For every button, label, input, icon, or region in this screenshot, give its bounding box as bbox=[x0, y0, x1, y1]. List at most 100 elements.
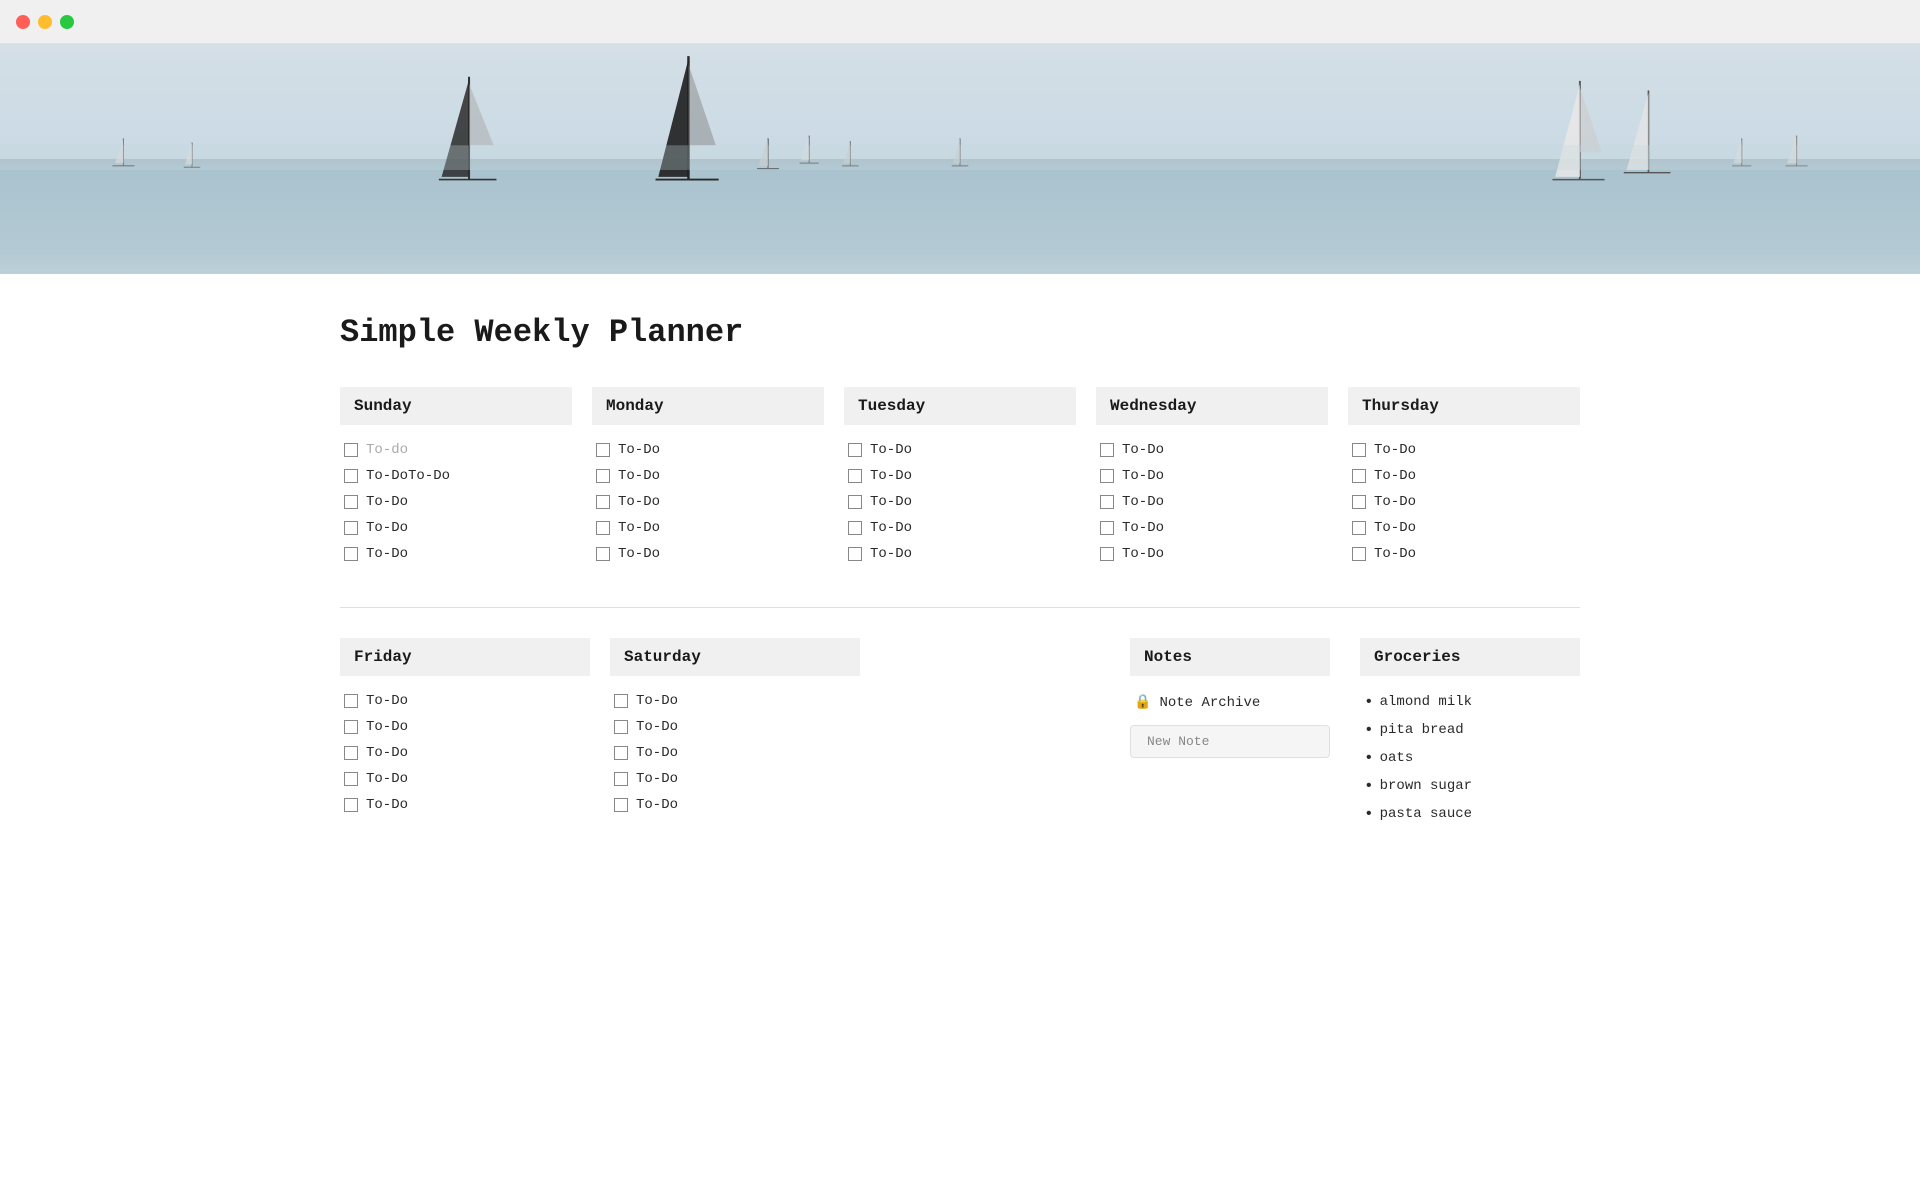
todo-checkbox[interactable] bbox=[344, 798, 358, 812]
todo-label: To-Do bbox=[870, 442, 912, 458]
todo-label: To-Do bbox=[618, 520, 660, 536]
grocery-label: pita bread bbox=[1380, 722, 1464, 738]
todo-checkbox[interactable] bbox=[848, 495, 862, 509]
todo-label: To-Do bbox=[618, 494, 660, 510]
lock-icon: 🔒 bbox=[1134, 694, 1151, 711]
day-column-monday: Monday To-Do To-Do To-Do To-Do To-Do bbox=[592, 387, 824, 567]
todo-label: To-Do bbox=[870, 468, 912, 484]
todo-checkbox[interactable] bbox=[344, 495, 358, 509]
todo-label: To-Do bbox=[366, 771, 408, 787]
todo-item: To-Do bbox=[340, 515, 572, 541]
grocery-label: oats bbox=[1380, 750, 1414, 766]
todo-checkbox[interactable] bbox=[1352, 443, 1366, 457]
todo-checkbox[interactable] bbox=[596, 495, 610, 509]
todo-checkbox[interactable] bbox=[596, 469, 610, 483]
todo-label: To-Do bbox=[1122, 442, 1164, 458]
minimize-button[interactable] bbox=[38, 15, 52, 29]
todo-label: To-Do bbox=[618, 468, 660, 484]
day-column-wednesday: WednesdayTo-DoTo-DoTo-DoTo-DoTo-Do bbox=[1096, 387, 1328, 567]
todo-checkbox[interactable] bbox=[344, 720, 358, 734]
todo-checkbox[interactable] bbox=[848, 521, 862, 535]
todo-checkbox[interactable] bbox=[344, 443, 358, 457]
todo-checkbox[interactable] bbox=[596, 521, 610, 535]
todo-checkbox[interactable] bbox=[596, 547, 610, 561]
hero-banner bbox=[0, 44, 1920, 274]
todo-label: To-Do bbox=[1374, 494, 1416, 510]
todo-checkbox[interactable] bbox=[596, 443, 610, 457]
todo-checkbox[interactable] bbox=[1100, 443, 1114, 457]
todo-item: To-Do bbox=[340, 714, 590, 740]
close-button[interactable] bbox=[16, 15, 30, 29]
todo-checkbox[interactable] bbox=[848, 443, 862, 457]
todo-item: To-Do bbox=[592, 515, 824, 541]
todo-label: To-Do bbox=[1374, 520, 1416, 536]
todo-checkbox[interactable] bbox=[1100, 495, 1114, 509]
todo-item: To-Do bbox=[844, 515, 1076, 541]
page-title: Simple Weekly Planner bbox=[340, 314, 1580, 351]
todo-item: To-Do bbox=[844, 541, 1076, 567]
todo-checkbox[interactable] bbox=[614, 798, 628, 812]
todo-checkbox[interactable] bbox=[344, 547, 358, 561]
todo-checkbox[interactable] bbox=[848, 469, 862, 483]
todo-item: To-Do bbox=[610, 792, 860, 818]
todo-checkbox[interactable] bbox=[614, 694, 628, 708]
page-wrapper: Simple Weekly Planner SundayTo-doTo-DoTo… bbox=[0, 44, 1920, 888]
todo-item: To-Do bbox=[1348, 463, 1580, 489]
todo-label: To-do bbox=[366, 442, 408, 458]
todo-checkbox[interactable] bbox=[1100, 521, 1114, 535]
todo-item: To-Do bbox=[1096, 541, 1328, 567]
todo-label: To-Do bbox=[366, 546, 408, 562]
day-header-monday: Monday bbox=[592, 387, 824, 425]
todo-checkbox[interactable] bbox=[1352, 521, 1366, 535]
todo-checkbox[interactable] bbox=[1100, 547, 1114, 561]
todo-item: To-Do bbox=[1096, 437, 1328, 463]
todo-item: To-Do bbox=[844, 437, 1076, 463]
grocery-item: •brown sugar bbox=[1360, 772, 1580, 800]
todo-checkbox[interactable] bbox=[1352, 547, 1366, 561]
notes-column: Notes🔒Note ArchiveNew Note bbox=[1120, 638, 1340, 758]
weekly-grid-top: SundayTo-doTo-DoTo-DoTo-DoTo-DoTo-DoMond… bbox=[340, 387, 1580, 567]
todo-checkbox[interactable] bbox=[344, 772, 358, 786]
sea-scene bbox=[0, 44, 1920, 274]
todo-item: To-Do bbox=[1348, 541, 1580, 567]
todo-label: To-DoTo-Do bbox=[366, 468, 450, 484]
todo-label: To-Do bbox=[1122, 468, 1164, 484]
content-area: Simple Weekly Planner SundayTo-doTo-DoTo… bbox=[260, 274, 1660, 888]
todo-checkbox[interactable] bbox=[344, 694, 358, 708]
todo-checkbox[interactable] bbox=[848, 547, 862, 561]
day-header-saturday: Saturday bbox=[610, 638, 860, 676]
todo-checkbox[interactable] bbox=[1352, 469, 1366, 483]
note-archive-item[interactable]: 🔒 Note Archive bbox=[1130, 688, 1330, 717]
todo-label: To-Do bbox=[366, 745, 408, 761]
new-note-button[interactable]: New Note bbox=[1130, 725, 1330, 758]
day-column-friday: FridayTo-DoTo-DoTo-DoTo-DoTo-Do bbox=[340, 638, 590, 818]
todo-label: To-Do bbox=[366, 520, 408, 536]
section-divider bbox=[340, 607, 1580, 608]
day-header-tuesday: Tuesday bbox=[844, 387, 1076, 425]
todo-checkbox[interactable] bbox=[1100, 469, 1114, 483]
todo-checkbox[interactable] bbox=[344, 469, 358, 483]
todo-label: To-Do bbox=[1374, 546, 1416, 562]
day-column-thursday: ThursdayTo-DoTo-DoTo-DoTo-DoTo-Do bbox=[1348, 387, 1580, 567]
day-header-sunday: Sunday bbox=[340, 387, 572, 425]
todo-item: To-Do bbox=[340, 688, 590, 714]
todo-item: To-Do bbox=[1096, 463, 1328, 489]
grocery-item: •almond milk bbox=[1360, 688, 1580, 716]
todo-checkbox[interactable] bbox=[1352, 495, 1366, 509]
todo-checkbox[interactable] bbox=[344, 746, 358, 760]
todo-label: To-Do bbox=[618, 442, 660, 458]
todo-label: To-Do bbox=[636, 719, 678, 735]
archive-label: Note Archive bbox=[1159, 695, 1260, 711]
todo-item: To-Do bbox=[340, 766, 590, 792]
todo-item: To-Do bbox=[592, 541, 824, 567]
grocery-item: •oats bbox=[1360, 744, 1580, 772]
todo-checkbox[interactable] bbox=[344, 521, 358, 535]
todo-checkbox[interactable] bbox=[614, 746, 628, 760]
todo-item: To-Do bbox=[1096, 489, 1328, 515]
todo-checkbox[interactable] bbox=[614, 772, 628, 786]
maximize-button[interactable] bbox=[60, 15, 74, 29]
todo-item: To-Do bbox=[610, 740, 860, 766]
todo-label: To-Do bbox=[618, 546, 660, 562]
todo-checkbox[interactable] bbox=[614, 720, 628, 734]
todo-label: To-Do bbox=[870, 546, 912, 562]
